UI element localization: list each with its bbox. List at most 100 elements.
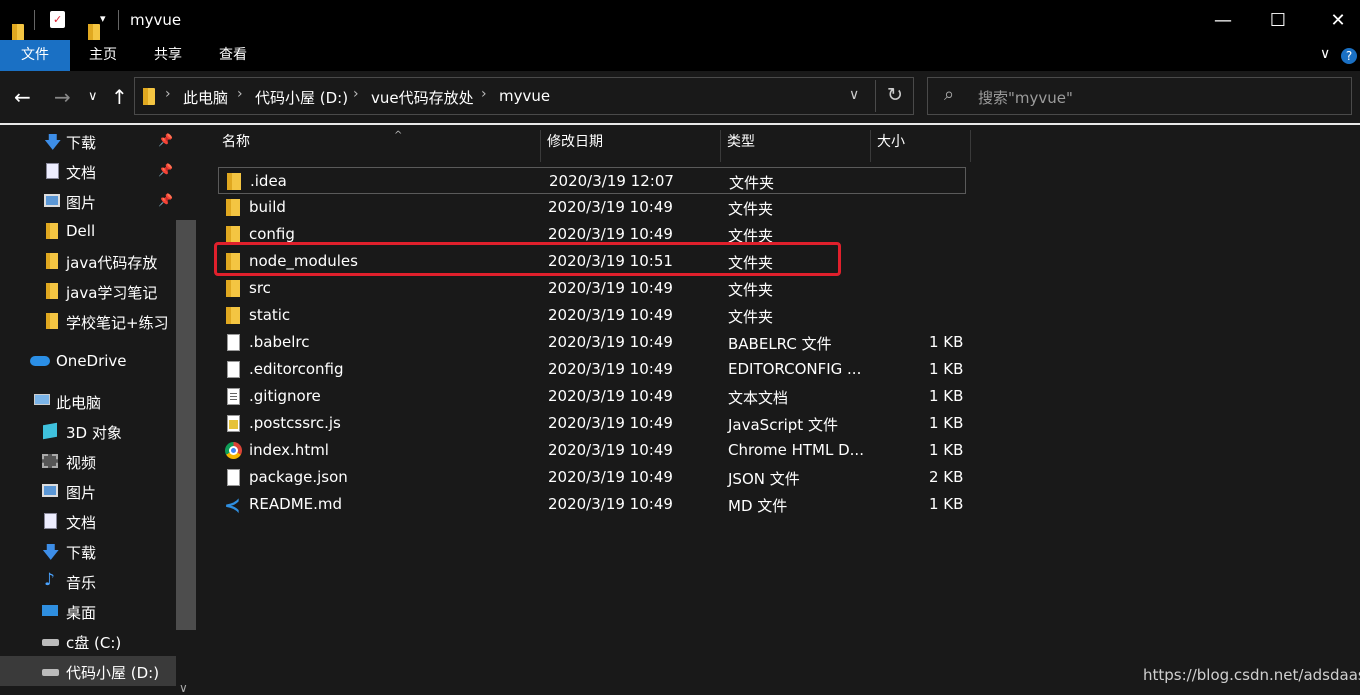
sidebar-item-label: OneDrive (56, 352, 127, 370)
breadcrumb-this-pc[interactable]: 此电脑 (183, 87, 228, 108)
file-type: 文本文档 (728, 389, 789, 407)
refresh-icon[interactable]: ↻ (887, 84, 903, 106)
blank-file-icon (226, 361, 240, 378)
folder-icon (226, 226, 240, 243)
file-type: JavaScript 文件 (728, 416, 838, 434)
quick-access-dropdown-icon[interactable]: ▾ (100, 12, 106, 25)
sidebar-item[interactable]: 桌面 (0, 596, 176, 626)
file-row[interactable]: .gitignore 2020/3/19 10:49 文本文档 1 KB (218, 383, 966, 410)
sidebar-item[interactable]: 学校笔记+练习 (0, 306, 176, 336)
file-row[interactable]: static 2020/3/19 10:49 文件夹 (218, 302, 966, 329)
maximize-button[interactable]: ☐ (1255, 0, 1301, 40)
sort-ascending-icon: ^ (394, 130, 403, 141)
sidebar-item[interactable]: 图片 (0, 476, 176, 506)
sidebar-item[interactable]: 此电脑 (0, 386, 176, 416)
picture-icon (42, 483, 58, 499)
sidebar-item-label: 桌面 (66, 604, 97, 622)
navigation-bar: ← → ∨ ↑ › 此电脑 › 代码小屋 (D:) › vue代码存放处 › m… (0, 71, 1360, 123)
file-row[interactable]: .postcssrc.js 2020/3/19 10:49 JavaScript 文… (218, 410, 966, 437)
file-name: .idea (250, 172, 287, 190)
vscode-icon: ≺ (224, 493, 241, 517)
address-dropdown-icon[interactable]: ∨ (849, 87, 859, 103)
tab-share[interactable]: 共享 (136, 40, 200, 71)
maximize-icon: ☐ (1269, 9, 1287, 31)
sidebar-item[interactable]: 文档 (0, 506, 176, 536)
file-row[interactable]: src 2020/3/19 10:49 文件夹 (218, 275, 966, 302)
file-modified: 2020/3/19 10:49 (548, 414, 673, 432)
sidebar-item[interactable]: 文档 📌 (0, 156, 176, 186)
sidebar-item[interactable]: 视频 (0, 446, 176, 476)
sidebar-item[interactable]: 🡇 下载 📌 (0, 126, 176, 156)
new-folder-icon[interactable] (88, 23, 100, 41)
sidebar-item-label: 视频 (66, 454, 97, 472)
file-row[interactable]: package.json 2020/3/19 10:49 JSON 文件 2 KB (218, 464, 966, 491)
sidebar-item[interactable]: Dell (0, 216, 176, 246)
sidebar-item-label: 文档 (66, 164, 97, 182)
pin-icon[interactable]: 📌 (158, 193, 173, 207)
breadcrumb-separator: › (481, 86, 487, 102)
back-icon[interactable]: ← (14, 85, 31, 109)
file-row[interactable]: .editorconfig 2020/3/19 10:49 EDITORCONFIG… (218, 356, 966, 383)
sidebar-item[interactable]: ♪ 音乐 (0, 566, 176, 596)
sidebar-item[interactable]: OneDrive (0, 346, 176, 376)
column-header-name[interactable]: 名称 ^ (216, 130, 541, 162)
breadcrumb-myvue[interactable]: myvue (499, 87, 550, 105)
sidebar-item[interactable]: 代码小屋 (D:) (0, 656, 176, 686)
up-icon[interactable]: ↑ (111, 85, 128, 109)
sidebar-item[interactable]: 🡇 下载 (0, 536, 176, 566)
properties-icon[interactable]: ✓ (50, 11, 65, 28)
js-file-icon (226, 415, 240, 432)
download-arrow-icon: 🡇 (42, 543, 60, 563)
sidebar-item[interactable]: 3D 对象 (0, 416, 176, 446)
sidebar-item[interactable]: java学习笔记 (0, 276, 176, 306)
sidebar-item-label: 文档 (66, 514, 97, 532)
address-bar[interactable]: › 此电脑 › 代码小屋 (D:) › vue代码存放处 › myvue ∨ ↻ (134, 77, 914, 115)
sidebar-item[interactable]: java代码存放 (0, 246, 176, 276)
breadcrumb-drive-d[interactable]: 代码小屋 (D:) (255, 87, 348, 108)
sidebar-item-label: 下载 (66, 134, 97, 152)
tab-file[interactable]: 文件 (0, 40, 70, 71)
pin-icon[interactable]: 📌 (158, 133, 173, 147)
file-modified: 2020/3/19 10:49 (548, 225, 673, 243)
scroll-down-icon[interactable]: ∨ (179, 681, 188, 695)
sidebar-item[interactable]: 图片 📌 (0, 186, 176, 216)
file-type: 文件夹 (728, 281, 774, 299)
divider (118, 10, 119, 30)
file-row[interactable]: .idea 2020/3/19 12:07 文件夹 (218, 167, 966, 194)
document-icon (44, 163, 60, 179)
file-row[interactable]: ≺ README.md 2020/3/19 10:49 MD 文件 1 KB (218, 491, 966, 518)
cloud-icon (30, 353, 50, 369)
tab-view[interactable]: 查看 (202, 40, 264, 71)
tab-home[interactable]: 主页 (72, 40, 134, 71)
file-size: 1 KB (929, 414, 964, 432)
column-header-size[interactable]: 大小 (871, 130, 971, 162)
file-size: 2 KB (929, 468, 964, 486)
sidebar-item-label: Dell (66, 222, 96, 240)
sidebar-scrollbar-thumb[interactable] (176, 220, 196, 630)
file-list: 名称 ^ 修改日期 类型 大小 .idea 2020/3/19 12:07 文件夹 b… (196, 125, 1360, 695)
column-header-modified[interactable]: 修改日期 (541, 130, 721, 162)
file-modified: 2020/3/19 10:49 (548, 333, 673, 351)
pin-icon[interactable]: 📌 (158, 163, 173, 177)
file-row[interactable]: .babelrc 2020/3/19 10:49 BABELRC 文件 1 KB (218, 329, 966, 356)
search-box[interactable]: ⌕ 搜索"myvue" (927, 77, 1352, 115)
file-row[interactable]: index.html 2020/3/19 10:49 Chrome HTML D..… (218, 437, 966, 464)
sidebar-item[interactable]: c盘 (C:) (0, 626, 176, 656)
column-header-type[interactable]: 类型 (721, 130, 871, 162)
help-icon[interactable]: ? (1341, 48, 1357, 64)
forward-icon[interactable]: → (54, 85, 71, 109)
sidebar-item-label: 代码小屋 (D:) (66, 664, 160, 682)
sidebar-item-label: 下载 (66, 544, 97, 562)
search-placeholder: 搜索"myvue" (978, 89, 1073, 107)
cube-3d-icon (42, 422, 58, 440)
file-modified: 2020/3/19 10:49 (548, 387, 673, 405)
close-button[interactable]: ✕ (1315, 0, 1360, 40)
breadcrumb-vue-folder[interactable]: vue代码存放处 (371, 87, 474, 108)
sidebar-item-label: 3D 对象 (66, 424, 122, 442)
close-icon: ✕ (1330, 9, 1346, 31)
minimize-button[interactable]: — (1200, 0, 1246, 40)
file-modified: 2020/3/19 12:07 (549, 172, 674, 190)
file-row[interactable]: build 2020/3/19 10:49 文件夹 (218, 194, 966, 221)
recent-locations-icon[interactable]: ∨ (88, 89, 98, 104)
ribbon-collapse-icon[interactable]: ∨ (1320, 46, 1330, 62)
